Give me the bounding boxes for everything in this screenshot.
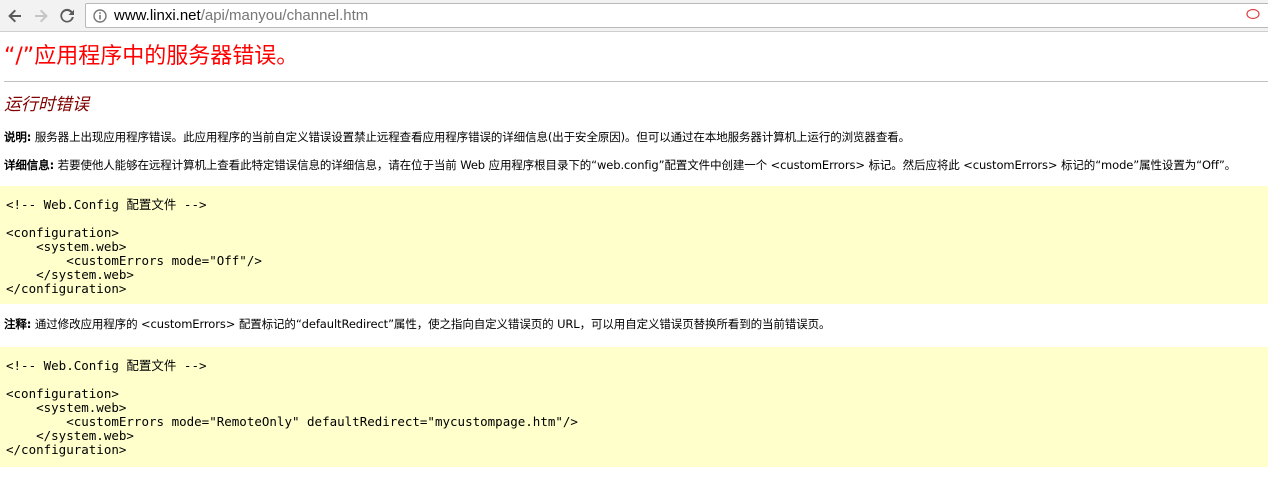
url-host: www.linxi.net: [114, 7, 201, 24]
details-paragraph: 详细信息: 若要使他人能够在远程计算机上查看此特定错误信息的详细信息，请在位于当…: [4, 157, 1268, 173]
back-button[interactable]: [4, 5, 26, 27]
details-text: 若要使他人能够在远程计算机上查看此特定错误信息的详细信息，请在位于当前 Web …: [54, 158, 1237, 172]
description-paragraph: 说明: 服务器上出现应用程序错误。此应用程序的当前自定义错误设置禁止远程查看应用…: [4, 129, 1268, 145]
error-subtitle: 运行时错误: [4, 95, 89, 115]
title-divider: [4, 81, 1268, 82]
url-path: /api/manyou/channel.htm: [200, 7, 369, 24]
description-text: 服务器上出现应用程序错误。此应用程序的当前自定义错误设置禁止远程查看应用程序错误…: [31, 130, 911, 144]
reload-icon: [59, 8, 75, 24]
browser-toolbar: www.linxi.net/api/manyou/channel.htm: [0, 0, 1268, 32]
note-paragraph: 注释: 通过修改应用程序的 <customErrors> 配置标记的“defau…: [4, 316, 1268, 332]
reload-button[interactable]: [56, 5, 78, 27]
description-label: 说明:: [4, 130, 32, 144]
extension-icon[interactable]: [1246, 5, 1260, 20]
back-arrow-icon: [7, 8, 23, 24]
address-bar[interactable]: www.linxi.net/api/manyou/channel.htm: [85, 3, 1268, 28]
page-title: “/”应用程序中的服务器错误。: [4, 44, 299, 69]
code-block-2: <!-- Web.Config 配置文件 --> <configuration>…: [0, 347, 1268, 467]
code-block-1: <!-- Web.Config 配置文件 --> <configuration>…: [0, 186, 1268, 304]
url-text: www.linxi.net/api/manyou/channel.htm: [114, 7, 368, 24]
forward-button[interactable]: [30, 5, 52, 27]
code-sample-2: <!-- Web.Config 配置文件 --> <configuration>…: [6, 358, 578, 457]
details-label: 详细信息:: [4, 158, 55, 172]
page-icon: [92, 8, 108, 24]
note-label: 注释:: [4, 317, 32, 331]
code-sample-1: <!-- Web.Config 配置文件 --> <configuration>…: [6, 197, 262, 296]
forward-arrow-icon: [33, 8, 49, 24]
error-page: “/”应用程序中的服务器错误。 运行时错误 说明: 服务器上出现应用程序错误。此…: [0, 33, 1268, 467]
note-text: 通过修改应用程序的 <customErrors> 配置标记的“defaultRe…: [31, 317, 831, 331]
